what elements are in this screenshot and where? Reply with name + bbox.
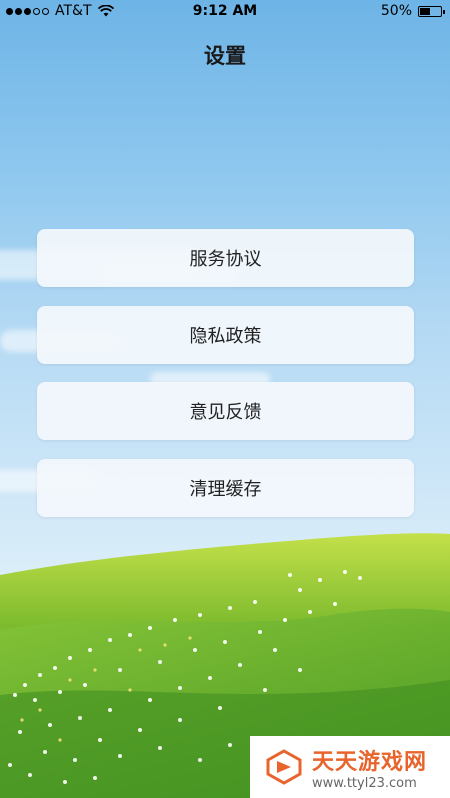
battery-fill xyxy=(420,7,430,15)
menu-item-label: 服务协议 xyxy=(189,249,262,270)
watermark-logo-icon xyxy=(266,749,302,785)
watermark-banner: 天天游戏网 www.ttyl23.com xyxy=(250,736,450,798)
menu-item-label: 意见反馈 xyxy=(189,402,262,423)
watermark-name: 天天游戏网 xyxy=(312,749,428,775)
menu-item-service-agreement[interactable]: 服务协议 xyxy=(37,229,414,287)
menu-item-label: 隐私政策 xyxy=(189,326,262,347)
battery-percent: 50% xyxy=(380,3,412,19)
menu-item-feedback[interactable]: 意见反馈 xyxy=(37,382,414,440)
page-title: 设置 xyxy=(204,44,246,68)
battery-icon xyxy=(418,5,445,17)
status-bar: AT&T 9:12 AM 50% xyxy=(0,0,450,24)
menu-item-clear-cache[interactable]: 清理缓存 xyxy=(37,459,414,517)
settings-screen: AT&T 9:12 AM 50% 设置 服务协议 隐私政策 意见反馈 清理缓存 xyxy=(0,0,450,798)
watermark-url: www.ttyl23.com xyxy=(312,775,417,791)
status-right: 50% xyxy=(380,3,445,19)
menu-item-label: 清理缓存 xyxy=(189,479,262,500)
watermark-text: 天天游戏网 www.ttyl23.com xyxy=(312,744,427,791)
menu-item-privacy-policy[interactable]: 隐私政策 xyxy=(37,306,414,364)
